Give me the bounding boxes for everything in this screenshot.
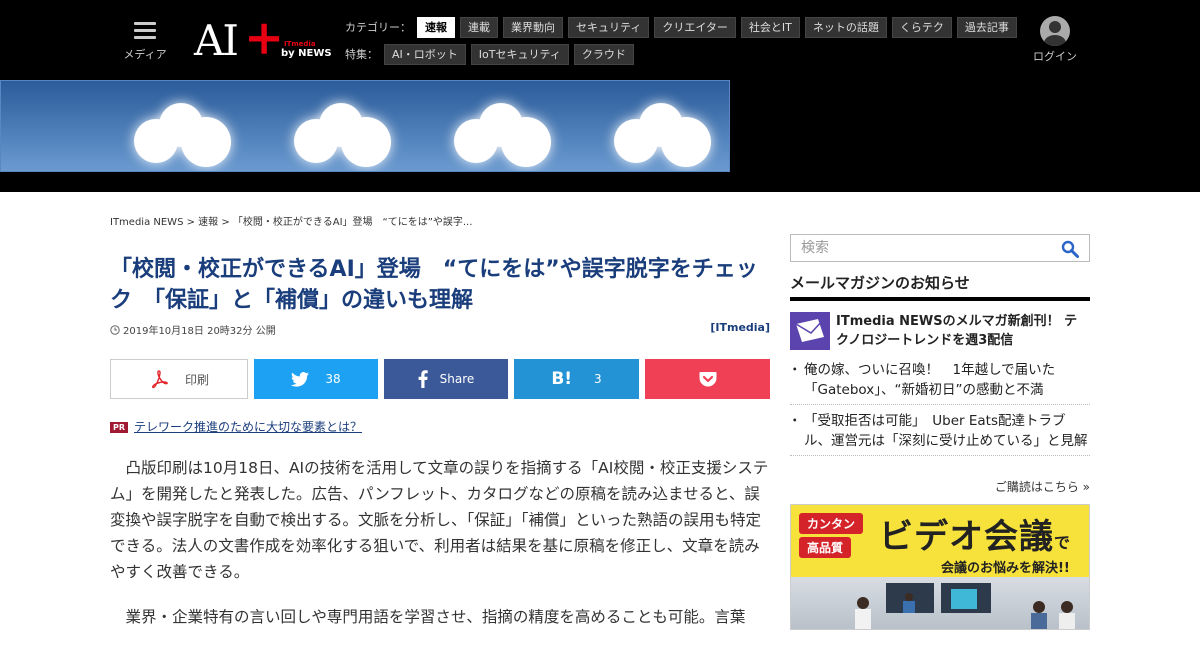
category-tag[interactable]: セキュリティ xyxy=(568,16,650,38)
site-header: メディア AI + ITmedia by NEWS カテゴリー： 速報 連載 業界動… xyxy=(0,0,1200,192)
category-row: カテゴリー： 速報 連載 業界動向 セキュリティ クリエイター 社会とIT ネットの話題 くら… xyxy=(345,16,1017,38)
banner-ad[interactable] xyxy=(0,80,730,172)
login-button[interactable]: ログイン xyxy=(1030,16,1080,64)
print-button[interactable]: 印刷 xyxy=(110,359,248,399)
ad-headline-main: ビデオ会議 xyxy=(879,517,1054,557)
clock-icon xyxy=(110,325,120,335)
cloud-graphic xyxy=(291,103,401,167)
hatena-bookmark-button[interactable]: B! 3 xyxy=(514,359,639,399)
article-title: 「校閲・校正ができるAI」登場 “てにをは”や誤字脱字をチェック 「保証」と「補… xyxy=(110,257,758,313)
search-box xyxy=(790,234,1090,262)
category-tag[interactable]: 業界動向 xyxy=(503,16,563,38)
pr-link[interactable]: テレワーク推進のために大切な要素とは？ xyxy=(134,420,362,434)
search-icon[interactable] xyxy=(1061,240,1079,258)
search-input[interactable] xyxy=(791,235,1051,261)
breadcrumb-sep: > xyxy=(218,217,233,228)
article-date: 2019年10月18日 20時32分 公開 xyxy=(123,326,276,337)
ad-badge: 高品質 xyxy=(799,537,852,558)
breadcrumb-category[interactable]: 速報 xyxy=(198,217,218,228)
category-tag[interactable]: 速報 xyxy=(417,16,455,38)
category-heading: カテゴリー： xyxy=(345,21,411,34)
site-logo[interactable]: AI + ITmedia by NEWS xyxy=(194,10,334,66)
login-label: ログイン xyxy=(1033,50,1077,63)
logo-by-news: by NEWS xyxy=(281,48,332,59)
category-tag[interactable]: 連載 xyxy=(460,16,498,38)
media-menu-button[interactable]: メディア xyxy=(118,20,172,64)
article-paragraph: 凸版印刷は10月18日、AIの技術を活用して文章の誤りを指摘する「AI校閲・校正… xyxy=(110,459,769,581)
newsletter-list: 俺の嫁、ついに召喚！ 1年越しで届いた「Gatebox」、“新婚初日”の感動と不… xyxy=(788,360,1090,462)
ad-headline-suffix: で xyxy=(1054,533,1072,552)
logo-brand-small: ITmedia xyxy=(284,40,316,48)
print-label: 印刷 xyxy=(184,372,209,387)
list-item[interactable]: 「受取拒否は可能」 Uber Eats配達トラブル、運営元は「深刻に受け止めてい… xyxy=(788,411,1090,456)
pocket-button[interactable] xyxy=(645,359,770,399)
sidebar-ad[interactable]: カンタン 高品質 ビデオ会議で 会議のお悩みを解決!! xyxy=(790,504,1090,630)
feature-heading: 特集： xyxy=(345,48,378,61)
list-item[interactable]: 俺の嫁、ついに召喚！ 1年越しで届いた「Gatebox」、“新婚初日”の感動と不… xyxy=(788,360,1090,405)
breadcrumb-current: 「校閲・校正ができるAI」登場 “てにをは”や誤字... xyxy=(232,217,473,228)
feature-tag[interactable]: クラウド xyxy=(573,43,634,65)
newsletter-feature-text: ITmedia NEWSのメルマガ新創刊！ テクノロジートレンドを週3配信 xyxy=(836,314,1078,348)
facebook-icon xyxy=(418,370,428,388)
article-body: 凸版印刷は10月18日、AIの技術を活用して文章の誤りを指摘する「AI校閲・校正… xyxy=(110,455,770,649)
article-paragraph: 業界・企業特有の言い回しや専門用語を学習させ、指摘の精度を高めることも可能。言葉 xyxy=(125,608,746,626)
ad-badge: カンタン xyxy=(799,513,864,534)
newsletter-heading: メールマガジンのお知らせ xyxy=(790,272,1090,301)
category-tag[interactable]: 過去記事 xyxy=(956,16,1017,38)
ad-subtext: 会議のお悩みを解決!! xyxy=(941,561,1070,576)
pr-link-row: PR テレワーク推進のために大切な要素とは？ xyxy=(110,418,362,435)
facebook-label: Share xyxy=(439,372,475,386)
category-tag[interactable]: クリエイター xyxy=(654,16,736,38)
category-nav: カテゴリー： 速報 連載 業界動向 セキュリティ クリエイター 社会とIT ネットの話題 くら… xyxy=(345,16,1017,70)
hamburger-icon xyxy=(134,22,156,40)
cloud-graphic xyxy=(131,103,241,167)
logo-ai-text: AI xyxy=(194,16,239,65)
twitter-icon xyxy=(291,371,310,387)
cloud-graphic xyxy=(451,103,561,167)
media-menu-label: メディア xyxy=(123,48,167,61)
ad-headline: ビデオ会議で xyxy=(879,509,1071,558)
breadcrumb-home[interactable]: ITmedia NEWS xyxy=(110,217,183,228)
subscribe-link[interactable]: ご購読はこちら » xyxy=(990,478,1090,495)
cloud-graphic xyxy=(611,103,721,167)
pdf-icon xyxy=(151,370,168,389)
feature-tag[interactable]: AI・ロボット xyxy=(384,43,466,65)
pocket-icon xyxy=(699,372,716,387)
ad-photo xyxy=(791,577,1089,629)
category-tag[interactable]: ネットの話題 xyxy=(804,16,887,38)
feature-row: 特集： AI・ロボット IoTセキュリティ クラウド xyxy=(345,43,1015,65)
pr-badge: PR xyxy=(110,422,129,433)
hatena-icon: B! xyxy=(551,369,573,389)
twitter-count: 38 xyxy=(325,372,341,386)
logo-plus-text: + xyxy=(244,10,285,66)
user-icon xyxy=(1040,16,1070,46)
article-source: [ITmedia] xyxy=(710,321,770,334)
feature-tag[interactable]: IoTセキュリティ xyxy=(470,43,569,65)
article-meta: 2019年10月18日 20時32分 公開 [ITmedia] xyxy=(110,321,770,337)
mail-icon xyxy=(790,312,830,350)
category-tag[interactable]: くらテク xyxy=(891,16,952,38)
hatena-count: 3 xyxy=(594,372,602,386)
breadcrumb-sep: > xyxy=(183,217,199,228)
category-tag[interactable]: 社会とIT xyxy=(740,16,800,38)
twitter-share-button[interactable]: 38 xyxy=(254,359,378,399)
breadcrumb: ITmedia NEWS > 速報 > 「校閲・校正ができるAI」登場 “てにを… xyxy=(110,213,472,228)
facebook-share-button[interactable]: Share xyxy=(384,359,508,399)
newsletter-feature[interactable]: ITmedia NEWSのメルマガ新創刊！ テクノロジートレンドを週3配信 xyxy=(790,312,1090,352)
